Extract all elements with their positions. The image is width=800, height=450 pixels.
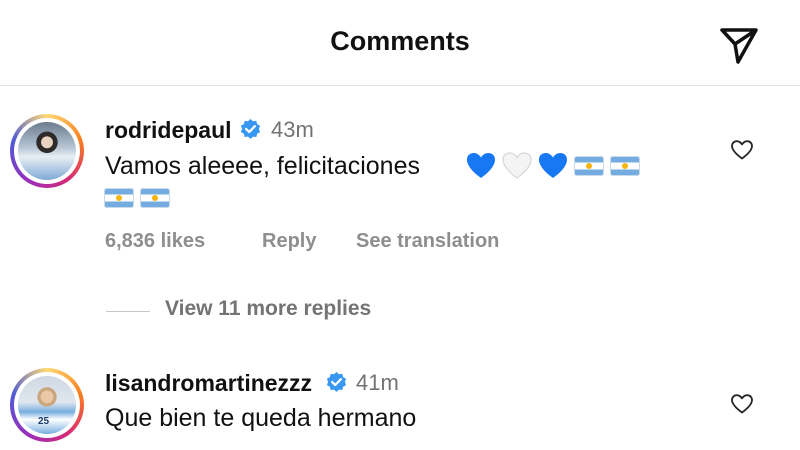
profile-photo (18, 122, 76, 180)
replies-divider (106, 311, 150, 312)
comment-emojis (104, 178, 170, 218)
paper-plane-icon[interactable] (716, 22, 762, 68)
avatar[interactable] (10, 114, 84, 188)
likes-count[interactable]: 6,836 likes (105, 230, 205, 253)
argentina-flag-emoji (140, 188, 170, 208)
argentina-flag-emoji (574, 156, 604, 176)
argentina-flag-emoji (104, 188, 134, 208)
comment-username[interactable]: lisandromartinezzz (105, 370, 312, 397)
comments-header: Comments (0, 0, 800, 86)
heart-icon[interactable] (730, 392, 754, 416)
comment-username[interactable]: rodridepaul (105, 117, 232, 144)
profile-photo: 25 (18, 376, 76, 434)
verified-badge-icon (326, 371, 347, 392)
verified-badge-icon (240, 118, 261, 139)
view-more-replies-button[interactable]: View 11 more replies (165, 297, 371, 321)
avatar[interactable]: 25 (10, 368, 84, 442)
comment-timestamp: 41m (356, 370, 399, 395)
blue-heart-emoji (467, 153, 495, 178)
reply-button[interactable]: Reply (262, 230, 316, 253)
blue-heart-emoji (539, 153, 567, 178)
heart-icon[interactable] (730, 138, 754, 162)
argentina-flag-emoji (610, 156, 640, 176)
page-title: Comments (330, 26, 470, 56)
comment-timestamp: 43m (271, 117, 314, 142)
comment-emojis (466, 146, 640, 186)
white-heart-emoji (502, 152, 532, 179)
comment-text: Que bien te queda hermano (105, 404, 417, 432)
jersey-number: 25 (38, 416, 50, 427)
comment-text: Vamos aleeee, felicitaciones (105, 152, 420, 180)
see-translation-button[interactable]: See translation (356, 230, 499, 253)
